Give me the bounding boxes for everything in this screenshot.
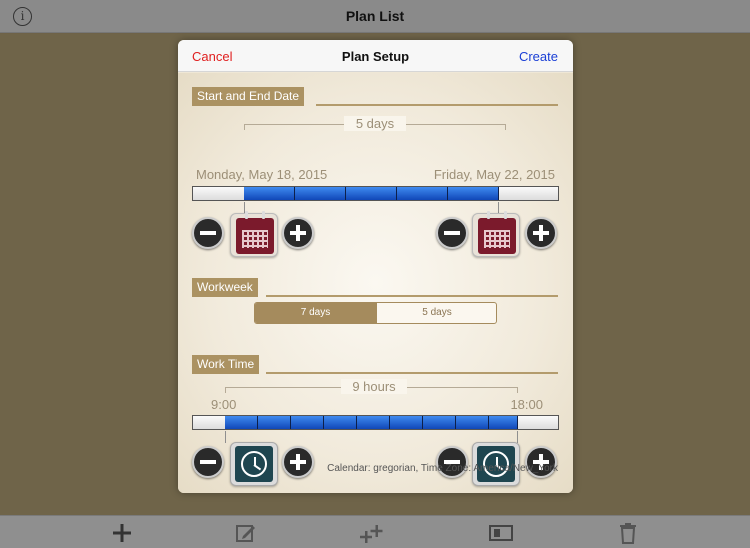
bracket-tick (244, 124, 245, 130)
connector-line (225, 431, 226, 443)
trash-icon[interactable] (616, 521, 640, 545)
date-range-slider[interactable] (192, 186, 559, 201)
bracket-tick (225, 387, 226, 393)
day-segment (244, 187, 295, 200)
hour-segment (225, 416, 258, 429)
workweek-option-5-days[interactable]: 5 days (376, 303, 496, 323)
end-date-label: Friday, May 22, 2015 (433, 167, 555, 182)
end-date-decrement-button[interactable] (436, 217, 468, 249)
date-span-label: 5 days (344, 116, 406, 131)
connector-line (498, 202, 499, 213)
end-time-label: 18:00 (510, 397, 543, 412)
hour-segment (258, 416, 291, 429)
dialog-header: Cancel Plan Setup Create (178, 40, 573, 72)
section-divider (266, 295, 558, 297)
bracket-tick (505, 124, 506, 130)
dialog-title: Plan Setup (341, 49, 410, 64)
plus-icon[interactable] (110, 521, 134, 545)
calendar-icon[interactable] (472, 211, 520, 257)
hour-segment (324, 416, 357, 429)
card-icon[interactable] (489, 521, 513, 545)
page-title: Plan List (345, 8, 405, 24)
bottom-toolbar (0, 515, 750, 548)
day-segment (346, 187, 397, 200)
day-segment (295, 187, 346, 200)
hour-segment (390, 416, 423, 429)
cancel-button[interactable]: Cancel (192, 49, 232, 64)
start-time-label: 9:00 (211, 397, 237, 412)
start-date-label: Monday, May 18, 2015 (196, 167, 328, 182)
hour-segment (489, 416, 518, 429)
hour-segment (423, 416, 456, 429)
section-label-dates: Start and End Date (192, 87, 305, 106)
workweek-option-7-days[interactable]: 7 days (255, 303, 376, 323)
hour-segment (456, 416, 489, 429)
start-date-increment-button[interactable] (282, 217, 314, 249)
calendar-icon[interactable] (230, 211, 278, 257)
section-divider (266, 372, 558, 374)
start-time-increment-button[interactable] (282, 446, 314, 478)
section-label-workweek: Workweek (192, 278, 258, 297)
edit-icon[interactable] (234, 521, 258, 545)
day-segment (448, 187, 499, 200)
start-date-decrement-button[interactable] (192, 217, 224, 249)
calendar-timezone-info: Calendar: gregorian, Time Zone: America/… (327, 463, 558, 474)
workweek-segmented-control: 7 days 5 days (254, 302, 497, 324)
bracket-tick (517, 387, 518, 393)
create-button[interactable]: Create (519, 49, 558, 64)
navigation-bar: i Plan List (0, 0, 750, 33)
add-multiple-icon[interactable] (360, 521, 384, 545)
time-span-label: 9 hours (341, 379, 407, 394)
hour-segment (291, 416, 324, 429)
dialog-content: Start and End Date 5 days Monday, May 18… (178, 73, 573, 493)
hour-segment (357, 416, 390, 429)
end-date-increment-button[interactable] (525, 217, 557, 249)
connector-line (517, 431, 518, 443)
plan-setup-dialog: Cancel Plan Setup Create Start and End D… (178, 40, 573, 493)
section-label-worktime: Work Time (192, 355, 260, 374)
work-time-slider[interactable] (192, 415, 559, 430)
section-divider (316, 104, 558, 106)
day-segment (397, 187, 448, 200)
start-time-decrement-button[interactable] (192, 446, 224, 478)
clock-icon[interactable] (230, 442, 278, 486)
